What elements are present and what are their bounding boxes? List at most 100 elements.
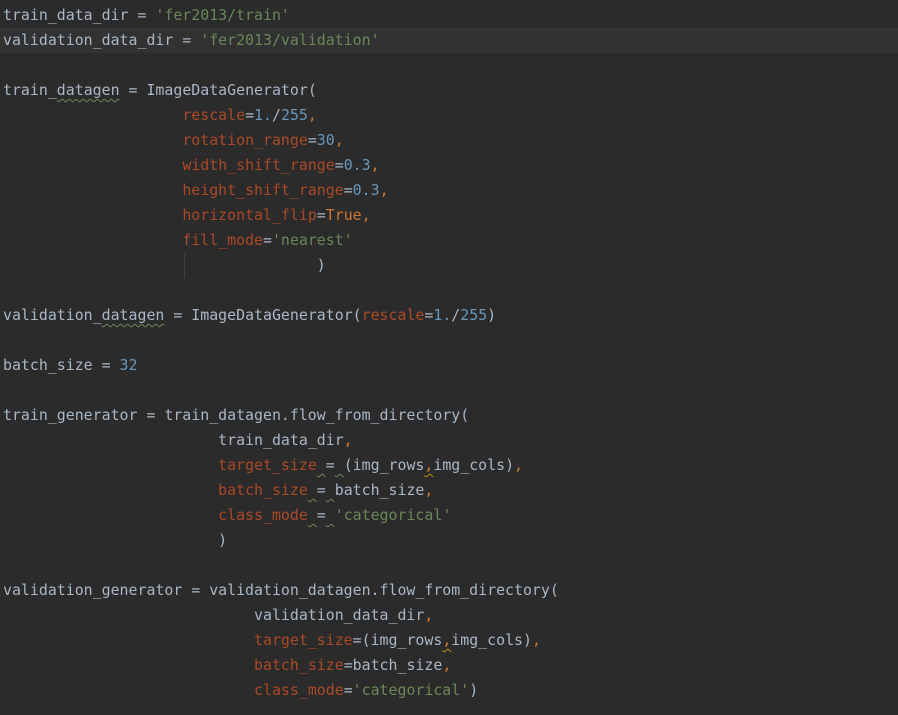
- code-token: train_data_dir =: [3, 6, 156, 24]
- code-token: =: [316, 506, 326, 524]
- code-token: datagen: [56, 81, 120, 99]
- code-token: width_shift_range: [182, 156, 335, 174]
- code-token: class_mode: [218, 506, 308, 524]
- code-token: =: [307, 131, 317, 149]
- code-token: batch_size =: [3, 356, 120, 374]
- code-token: ,: [442, 631, 452, 649]
- code-line[interactable]: train_datagen = ImageDataGenerator(: [0, 78, 898, 103]
- code-token: = ImageDataGenerator(: [119, 81, 317, 99]
- code-token: rotation_range: [182, 131, 308, 149]
- code-token: target_size: [254, 631, 353, 649]
- code-line[interactable]: [0, 278, 898, 303]
- code-line[interactable]: validation_data_dir = 'fer2013/validatio…: [0, 28, 898, 53]
- code-token: 'categorical': [352, 681, 470, 699]
- code-token: train_: [3, 81, 57, 99]
- code-token: train_data_dir: [3, 431, 344, 449]
- code-token: =batch_size: [343, 656, 443, 674]
- code-token: validation_data_dir: [3, 606, 425, 624]
- code-line[interactable]: batch_size = batch_size,: [0, 478, 898, 503]
- code-line[interactable]: ): [0, 253, 898, 278]
- code-token: batch_size: [334, 481, 425, 499]
- code-line[interactable]: target_size = (img_rows,img_cols),: [0, 453, 898, 478]
- code-line[interactable]: [0, 378, 898, 403]
- code-token: 30: [316, 131, 335, 149]
- code-line[interactable]: rotation_range=30,: [0, 128, 898, 153]
- code-line[interactable]: target_size=(img_rows,img_cols),: [0, 628, 898, 653]
- code-line[interactable]: rescale=1./255,: [0, 103, 898, 128]
- code-line[interactable]: ): [0, 528, 898, 553]
- code-token: horizontal_flip: [182, 206, 317, 224]
- code-token: =(img_rows: [352, 631, 443, 649]
- code-token: batch_size: [218, 481, 308, 499]
- code-token: 'fer2013/train': [155, 6, 290, 24]
- code-token: =: [343, 681, 353, 699]
- code-token: fill_mode: [182, 231, 263, 249]
- code-token: /: [271, 106, 281, 124]
- code-line[interactable]: width_shift_range=0.3,: [0, 153, 898, 178]
- code-token: 255: [460, 306, 488, 324]
- code-token: 32: [119, 356, 138, 374]
- code-token: ,: [424, 481, 434, 499]
- code-line[interactable]: class_mode = 'categorical': [0, 503, 898, 528]
- code-line[interactable]: [0, 553, 898, 578]
- code-token: /: [451, 306, 461, 324]
- code-token: batch_size: [254, 656, 344, 674]
- code-token: =: [424, 306, 434, 324]
- code-line[interactable]: batch_size=batch_size,: [0, 653, 898, 678]
- code-token: train_generator = train_datagen.flow_fro…: [3, 406, 470, 424]
- code-token: True: [325, 206, 362, 224]
- code-line[interactable]: height_shift_range=0.3,: [0, 178, 898, 203]
- code-token: 0.3: [343, 156, 371, 174]
- code-token: class_mode: [254, 681, 344, 699]
- code-token: ): [469, 681, 479, 699]
- code-line[interactable]: fill_mode='nearest': [0, 228, 898, 253]
- code-token: =: [343, 181, 353, 199]
- code-line[interactable]: [0, 53, 898, 78]
- code-line[interactable]: validation_generator = validation_datage…: [0, 578, 898, 603]
- code-token: datagen: [101, 306, 165, 324]
- code-line[interactable]: batch_size = 32: [0, 353, 898, 378]
- code-token: validation_data_dir =: [3, 31, 201, 49]
- code-token: =: [245, 106, 255, 124]
- code-line[interactable]: train_data_dir = 'fer2013/train': [0, 3, 898, 28]
- code-token: ,: [307, 106, 317, 124]
- code-line[interactable]: [0, 328, 898, 353]
- code-token: = ImageDataGenerator(: [164, 306, 362, 324]
- code-token: ,: [514, 456, 524, 474]
- code-line[interactable]: train_data_dir,: [0, 428, 898, 453]
- code-token: 'fer2013/validation': [200, 31, 380, 49]
- code-token: ,: [370, 156, 380, 174]
- code-token: =: [334, 156, 344, 174]
- code-line[interactable]: validation_data_dir,: [0, 603, 898, 628]
- code-editor[interactable]: train_data_dir = 'fer2013/train' validati…: [0, 3, 898, 715]
- code-line[interactable]: validation_datagen = ImageDataGenerator(…: [0, 303, 898, 328]
- code-token: =: [316, 481, 326, 499]
- code-token: ,: [424, 456, 434, 474]
- code-token: img_cols): [433, 456, 515, 474]
- code-token: ): [3, 531, 228, 549]
- code-line[interactable]: train_generator = train_datagen.flow_fro…: [0, 403, 898, 428]
- code-token: 0.3: [352, 181, 380, 199]
- code-token: ): [3, 256, 326, 274]
- code-token: ,: [442, 656, 452, 674]
- code-token: target_size: [218, 456, 317, 474]
- code-token: =: [316, 206, 326, 224]
- code-token: validation_generator = validation_datage…: [3, 581, 559, 599]
- code-token: 1.: [433, 306, 452, 324]
- code-line[interactable]: horizontal_flip=True,: [0, 203, 898, 228]
- code-line[interactable]: class_mode='categorical'): [0, 678, 898, 703]
